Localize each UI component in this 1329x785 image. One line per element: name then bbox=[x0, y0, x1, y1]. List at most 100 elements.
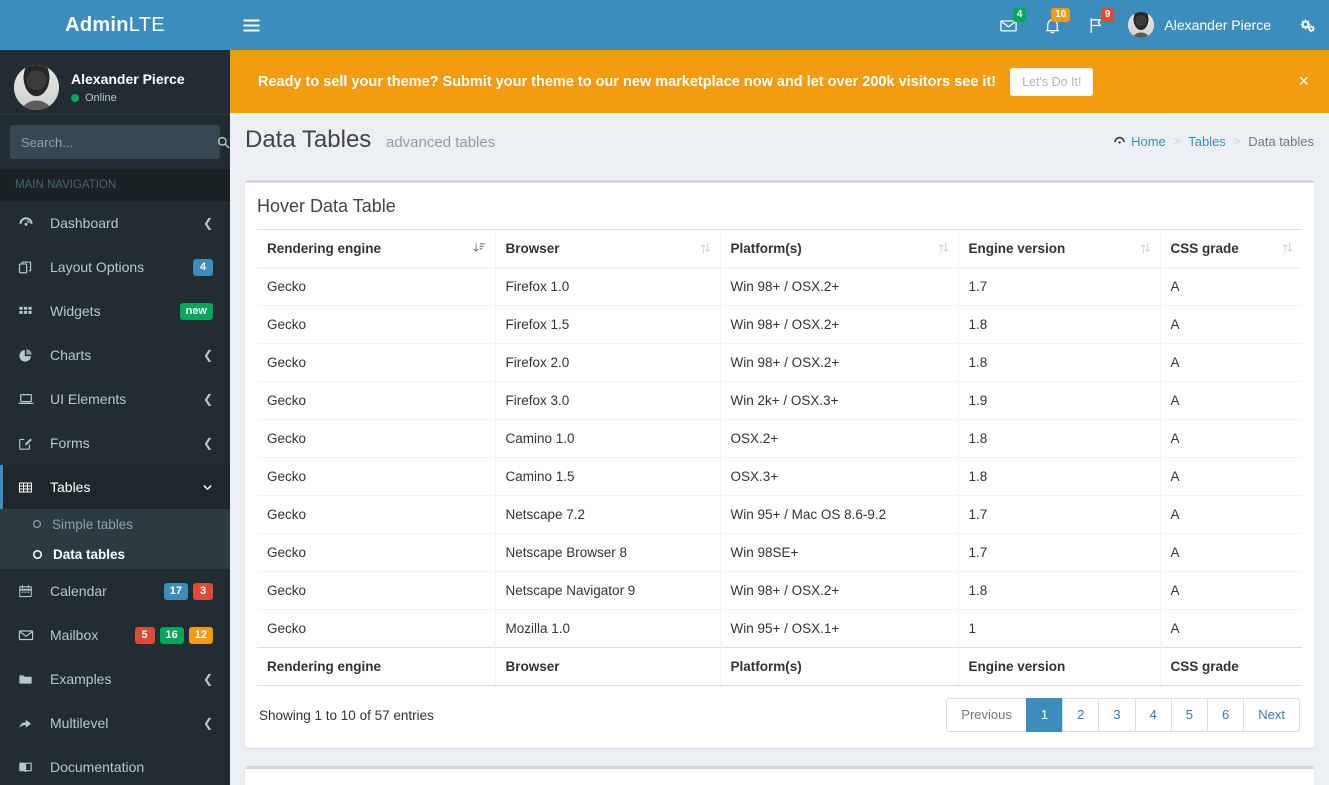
pagination-page-2[interactable]: 2 bbox=[1062, 698, 1099, 733]
pagination-previous[interactable]: Previous bbox=[946, 698, 1026, 733]
table-row[interactable]: Gecko Firefox 1.5 Win 98+ / OSX.2+ 1.8 A bbox=[257, 305, 1302, 344]
breadcrumb: Home > Tables > Data tables bbox=[1113, 134, 1314, 149]
pagination-page-1[interactable]: 1 bbox=[1025, 698, 1063, 733]
table-cell: Camino 1.5 bbox=[494, 457, 720, 496]
table-row[interactable]: Gecko Firefox 2.0 Win 98+ / OSX.2+ 1.8 A bbox=[257, 343, 1302, 382]
sidebar-subitem-simple-tables[interactable]: Simple tables bbox=[0, 509, 230, 539]
table-cell: A bbox=[1159, 495, 1302, 534]
sidebar-subitem-label: Data tables bbox=[53, 546, 126, 562]
page-subtitle: advanced tables bbox=[385, 134, 496, 151]
table-row[interactable]: Gecko Netscape Navigator 9 Win 98+ / OSX.2… bbox=[257, 571, 1302, 610]
sidebar-item-widgets[interactable]: Widgets new bbox=[0, 289, 230, 333]
hover-data-table-box: Hover Data Table Rendering engine Browse… bbox=[245, 180, 1314, 749]
pagination-page-4[interactable]: 4 bbox=[1134, 698, 1171, 733]
sidebar-item-mailbox[interactable]: Mailbox 5 16 12 bbox=[0, 613, 230, 657]
brand-logo[interactable]: Admin LTE bbox=[0, 0, 230, 50]
sidebar-user-panel: Alexander Pierce Online bbox=[0, 50, 230, 115]
sidebar-item-multilevel[interactable]: Multilevel ❮ bbox=[0, 701, 230, 745]
sidebar-item-dashboard[interactable]: Dashboard ❮ bbox=[0, 201, 230, 245]
search-button[interactable] bbox=[207, 136, 230, 149]
sidebar-item-label: Charts bbox=[50, 347, 92, 363]
hamburger-icon bbox=[242, 18, 260, 32]
column-header-engine-version[interactable]: Engine version bbox=[957, 229, 1160, 269]
sort-desc-icon bbox=[473, 242, 485, 255]
breadcrumb-item-tables[interactable]: Tables bbox=[1188, 134, 1226, 149]
column-header-css-grade[interactable]: CSS grade bbox=[1159, 229, 1302, 269]
chevron-left-icon: ❮ bbox=[202, 436, 213, 450]
sidebar-item-forms[interactable]: Forms ❮ bbox=[0, 421, 230, 465]
table-cell: Gecko bbox=[257, 495, 495, 534]
sidebar-item-calendar[interactable]: Calendar 17 3 bbox=[0, 569, 230, 613]
sidebar-subitem-data-tables[interactable]: Data tables bbox=[0, 539, 230, 569]
table-footer-row: Rendering engine Browser Platform(s) Eng… bbox=[257, 647, 1302, 686]
table-cell: Firefox 1.0 bbox=[494, 267, 720, 306]
table-cell: 1 bbox=[957, 609, 1160, 648]
sidebar-item-ui-elements[interactable]: UI Elements ❮ bbox=[0, 377, 230, 421]
edit-icon bbox=[18, 436, 40, 451]
chevron-left-icon: ❮ bbox=[202, 216, 213, 230]
table-row[interactable]: Gecko Camino 1.0 OSX.2+ 1.8 A bbox=[257, 419, 1302, 458]
table-cell: Win 2k+ / OSX.3+ bbox=[719, 381, 958, 420]
table-cell: Netscape Browser 8 bbox=[494, 533, 720, 572]
sort-both-icon bbox=[700, 242, 710, 255]
user-menu-button[interactable]: Alexander Pierce bbox=[1118, 0, 1285, 50]
table-cell: Gecko bbox=[257, 343, 495, 382]
banner-cta-button[interactable]: Let's Do It! bbox=[1010, 67, 1094, 96]
close-icon[interactable]: × bbox=[1292, 71, 1315, 92]
sidebar-toggle-button[interactable] bbox=[230, 0, 272, 50]
search-icon bbox=[217, 136, 230, 148]
chevron-left-icon: ❮ bbox=[202, 348, 213, 362]
table-row[interactable]: Gecko Mozilla 1.0 Win 95+ / OSX.1+ 1 A bbox=[257, 609, 1302, 648]
content-header: Data Tables advanced tables Home > Table… bbox=[230, 113, 1329, 180]
sidebar-item-examples[interactable]: Examples ❮ bbox=[0, 657, 230, 701]
messages-menu-button[interactable]: 4 bbox=[986, 0, 1030, 50]
pagination-next[interactable]: Next bbox=[1243, 698, 1300, 733]
breadcrumb-label: Tables bbox=[1188, 134, 1226, 149]
notifications-menu-button[interactable]: 10 bbox=[1030, 0, 1074, 50]
chevron-left-icon: ❮ bbox=[202, 672, 213, 686]
sidebar-item-label: UI Elements bbox=[50, 391, 127, 407]
sidebar-badge: 5 bbox=[134, 626, 155, 644]
table-cell: Camino 1.0 bbox=[494, 419, 720, 458]
breadcrumb-item-home[interactable]: Home bbox=[1113, 134, 1166, 149]
table-row[interactable]: Gecko Firefox 3.0 Win 2k+ / OSX.3+ 1.9 A bbox=[257, 381, 1302, 420]
search-input[interactable] bbox=[11, 134, 207, 150]
table-cell: 1.8 bbox=[957, 305, 1160, 344]
sidebar-nav: Dashboard ❮ Layout Options 4 Widgets new… bbox=[0, 201, 230, 785]
brand-logo-light: LTE bbox=[128, 13, 165, 36]
sidebar-badge: 16 bbox=[159, 626, 184, 644]
data-table: Rendering engine Browser Platform(s) Eng… bbox=[257, 229, 1302, 686]
messages-badge: 4 bbox=[1012, 8, 1027, 22]
next-box-partial bbox=[245, 766, 1314, 785]
sidebar-user-status-label: Online bbox=[85, 91, 117, 104]
dashboard-icon bbox=[18, 215, 40, 231]
sidebar-item-documentation[interactable]: Documentation bbox=[0, 745, 230, 785]
footer-cell: Engine version bbox=[957, 647, 1160, 686]
table-info: Showing 1 to 10 of 57 entries bbox=[259, 707, 434, 723]
table-row[interactable]: Gecko Netscape Browser 8 Win 98SE+ 1.7 A bbox=[257, 533, 1302, 572]
table-row[interactable]: Gecko Firefox 1.0 Win 98+ / OSX.2+ 1.7 A bbox=[257, 267, 1302, 306]
envelope-icon bbox=[18, 627, 40, 643]
pagination-page-6[interactable]: 6 bbox=[1207, 698, 1244, 733]
sidebar-subitem-label: Simple tables bbox=[52, 516, 134, 532]
sidebar-item-charts[interactable]: Charts ❮ bbox=[0, 333, 230, 377]
column-header-platforms[interactable]: Platform(s) bbox=[719, 229, 958, 269]
sidebar-item-label: Tables bbox=[50, 479, 91, 495]
table-body: Gecko Firefox 1.0 Win 98+ / OSX.2+ 1.7 A Geck… bbox=[257, 267, 1302, 648]
column-header-browser[interactable]: Browser bbox=[494, 229, 720, 269]
pagination-page-5[interactable]: 5 bbox=[1170, 698, 1208, 733]
sort-both-icon bbox=[938, 242, 948, 255]
folder-icon bbox=[18, 672, 40, 687]
tasks-menu-button[interactable]: 9 bbox=[1074, 0, 1118, 50]
laptop-icon bbox=[18, 391, 40, 407]
control-sidebar-button[interactable] bbox=[1285, 0, 1329, 50]
table-row[interactable]: Gecko Netscape 7.2 Win 95+ / Mac OS 8.6-9.… bbox=[257, 495, 1302, 534]
column-header-rendering-engine[interactable]: Rendering engine bbox=[257, 229, 495, 269]
sidebar-item-layout-options[interactable]: Layout Options 4 bbox=[0, 245, 230, 289]
sidebar-item-label: Widgets bbox=[50, 303, 101, 319]
pagination-page-3[interactable]: 3 bbox=[1098, 698, 1135, 733]
sidebar-item-tables[interactable]: Tables Simple tables Data tables bbox=[0, 465, 230, 569]
table-cell: 1.7 bbox=[957, 267, 1160, 306]
table-cell: Netscape 7.2 bbox=[494, 495, 720, 534]
table-row[interactable]: Gecko Camino 1.5 OSX.3+ 1.8 A bbox=[257, 457, 1302, 496]
